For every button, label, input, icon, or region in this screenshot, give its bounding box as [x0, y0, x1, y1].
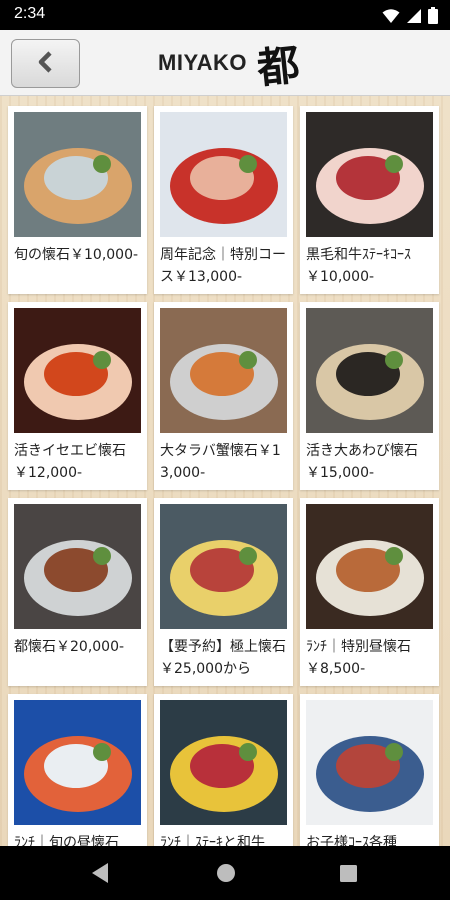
king-crab-photo [160, 308, 287, 433]
kids-course-photo [306, 700, 433, 825]
back-button[interactable] [11, 39, 80, 88]
app-header: MIYAKO 都 [0, 30, 450, 96]
menu-card[interactable]: 活きイセエビ懐石￥12,000- [8, 302, 147, 490]
nav-home-icon[interactable] [216, 863, 236, 887]
seasonal-lunch-photo [14, 700, 141, 825]
chevron-left-icon [37, 50, 55, 77]
abalone-photo [306, 308, 433, 433]
menu-card-caption: 活き大あわび懐石￥15,000- [306, 443, 418, 481]
brand-logo: MIYAKO 都 [158, 30, 302, 96]
menu-card-caption: 黒毛和牛ｽﾃｰｷｺｰｽ￥10,000- [306, 247, 411, 285]
system-nav-bar [0, 846, 450, 900]
spiny-lobster-photo [14, 308, 141, 433]
menu-card[interactable]: 活き大あわび懐石￥15,000- [300, 302, 439, 490]
menu-card-caption: 都懐石￥20,000- [14, 639, 125, 655]
anniversary-sushi-photo [160, 112, 287, 237]
steak-lunch-photo [160, 700, 287, 825]
signal-icon [406, 8, 422, 28]
steak-teppan-photo [14, 504, 141, 629]
menu-card-caption: 旬の懐石￥10,000- [14, 247, 139, 263]
nav-back-icon[interactable] [90, 862, 110, 888]
status-icons [382, 7, 438, 28]
wifi-icon [382, 8, 400, 28]
menu-grid: 旬の懐石￥10,000- 周年記念｜特別コース￥13,000- 黒毛和牛ｽﾃｰｷｺｰ… [8, 106, 444, 846]
menu-card[interactable]: 旬の懐石￥10,000- [8, 106, 147, 294]
nav-recents-icon[interactable] [340, 865, 357, 886]
menu-card[interactable]: ﾗﾝﾁ｜特別昼懐石￥8,500- [300, 498, 439, 686]
menu-card-caption: 活きイセエビ懐石￥12,000- [14, 443, 126, 481]
menu-card[interactable]: ﾗﾝﾁ｜ｽﾃｰｷと和牛 [154, 694, 293, 846]
menu-card[interactable]: ﾗﾝﾁ｜旬の昼懐石 [8, 694, 147, 846]
brand-name: MIYAKO [158, 50, 247, 75]
menu-card[interactable]: 都懐石￥20,000- [8, 498, 147, 686]
status-bar: 2:34 [0, 0, 450, 30]
kaiseki-dish-photo [14, 112, 141, 237]
status-time: 2:34 [14, 5, 46, 22]
menu-card-caption: ﾗﾝﾁ｜特別昼懐石￥8,500- [306, 639, 411, 677]
menu-card[interactable]: お子様ｺｰｽ各種 [300, 694, 439, 846]
menu-list[interactable]: 旬の懐石￥10,000- 周年記念｜特別コース￥13,000- 黒毛和牛ｽﾃｰｷｺｰ… [0, 96, 450, 846]
wagyu-block-photo [306, 112, 433, 237]
menu-card-caption: お子様ｺｰｽ各種 [306, 835, 397, 846]
premium-course-photo [160, 504, 287, 629]
menu-card-caption: ﾗﾝﾁ｜ｽﾃｰｷと和牛 [160, 835, 265, 846]
menu-card[interactable]: 【要予約】極上懐石￥25,000から [154, 498, 293, 686]
menu-card[interactable]: 黒毛和牛ｽﾃｰｷｺｰｽ￥10,000- [300, 106, 439, 294]
brand-kanji: 都 [254, 39, 302, 93]
menu-card[interactable]: 大タラバ蟹懐石￥13,000- [154, 302, 293, 490]
special-lunch-photo [306, 504, 433, 629]
menu-card-caption: ﾗﾝﾁ｜旬の昼懐石 [14, 835, 119, 846]
battery-icon [428, 7, 438, 28]
menu-card-caption: 周年記念｜特別コース￥13,000- [160, 247, 286, 285]
menu-card-caption: 【要予約】極上懐石￥25,000から [160, 639, 286, 677]
menu-card[interactable]: 周年記念｜特別コース￥13,000- [154, 106, 293, 294]
menu-card-caption: 大タラバ蟹懐石￥13,000- [160, 443, 281, 481]
